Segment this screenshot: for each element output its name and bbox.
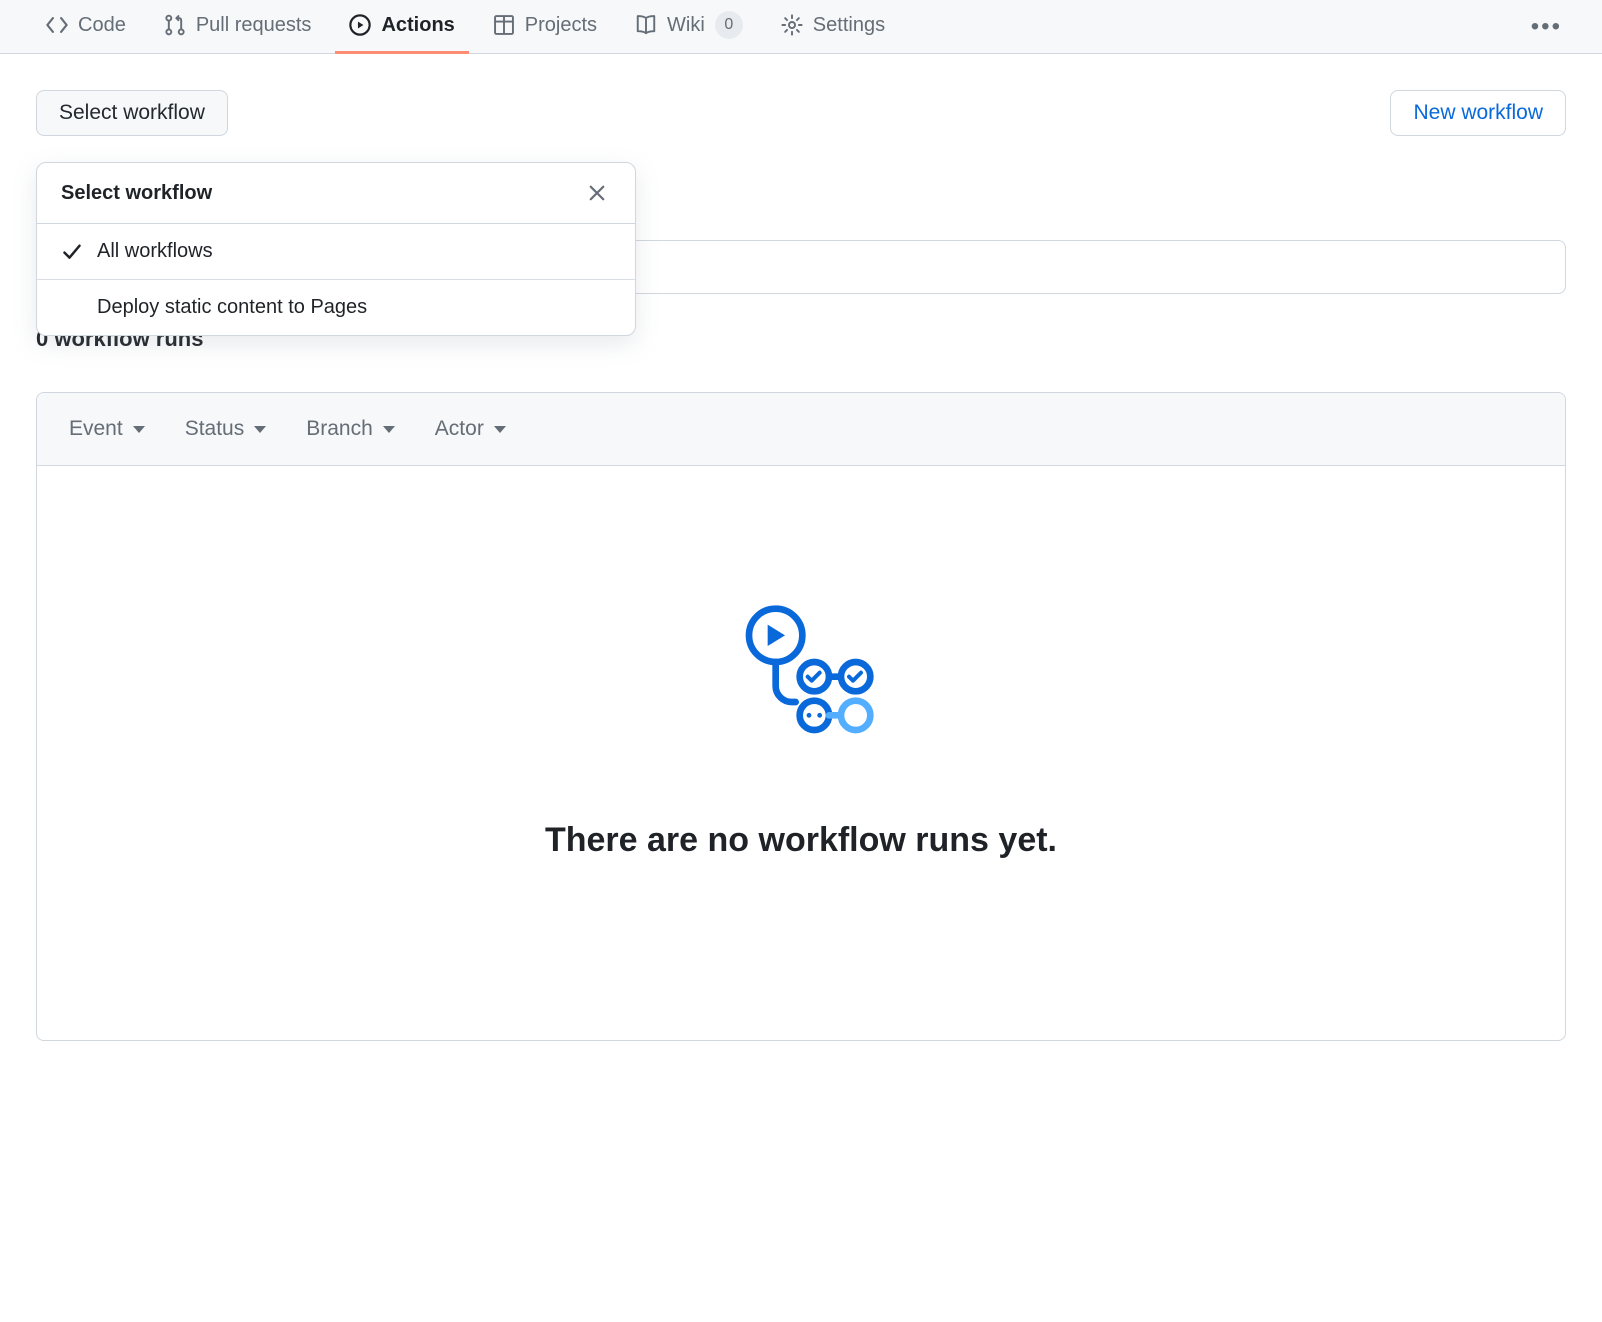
dropdown-header: Select workflow [37,163,635,224]
main-content: Select workflow New workflow Select work… [0,54,1602,1077]
filter-label: Event [69,417,123,441]
new-workflow-button[interactable]: New workflow [1390,90,1566,136]
toolbar: Select workflow New workflow [36,90,1566,136]
filter-label: Branch [306,417,373,441]
tab-label: Wiki [667,14,705,37]
play-icon [349,14,371,36]
filter-branch[interactable]: Branch [306,417,395,441]
chevron-down-icon [254,426,266,433]
tab-settings[interactable]: Settings [767,0,899,54]
tab-label: Actions [381,14,454,37]
wiki-counter: 0 [715,11,743,39]
workflow-dropdown: Select workflow All workflows Deploy sta… [36,162,636,336]
dropdown-item-label: Deploy static content to Pages [97,296,367,319]
workflow-graph-icon [721,586,881,746]
close-icon[interactable] [583,179,611,207]
check-icon [61,242,83,262]
tab-wiki[interactable]: Wiki 0 [621,0,757,54]
git-pull-request-icon [164,14,186,36]
tab-label: Code [78,14,126,37]
project-icon [493,14,515,36]
tab-label: Projects [525,14,597,37]
filter-bar: Event Status Branch Actor [37,393,1565,466]
runs-panel: Event Status Branch Actor [36,392,1566,1041]
tab-code[interactable]: Code [32,0,140,54]
gear-icon [781,14,803,36]
blankslate-title: There are no workflow runs yet. [77,821,1525,860]
filter-label: Actor [435,417,484,441]
tab-pull-requests[interactable]: Pull requests [150,0,326,54]
dropdown-item-all-workflows[interactable]: All workflows [37,224,635,280]
kebab-icon[interactable]: ••• [1523,5,1570,49]
tab-label: Settings [813,14,885,37]
chevron-down-icon [494,426,506,433]
dropdown-item-label: All workflows [97,240,213,263]
select-workflow-button[interactable]: Select workflow [36,90,228,136]
chevron-down-icon [133,426,145,433]
filter-actor[interactable]: Actor [435,417,506,441]
tab-projects[interactable]: Projects [479,0,611,54]
tab-actions[interactable]: Actions [335,0,468,54]
dropdown-title: Select workflow [61,182,212,205]
dropdown-item-deploy-pages[interactable]: Deploy static content to Pages [37,280,635,335]
filter-event[interactable]: Event [69,417,145,441]
repo-nav: Code Pull requests Actions Projects Wiki… [0,0,1602,54]
blankslate: There are no workflow runs yet. [37,466,1565,1040]
chevron-down-icon [383,426,395,433]
tab-label: Pull requests [196,14,312,37]
filter-status[interactable]: Status [185,417,267,441]
code-icon [46,14,68,36]
filter-label: Status [185,417,245,441]
book-icon [635,14,657,36]
